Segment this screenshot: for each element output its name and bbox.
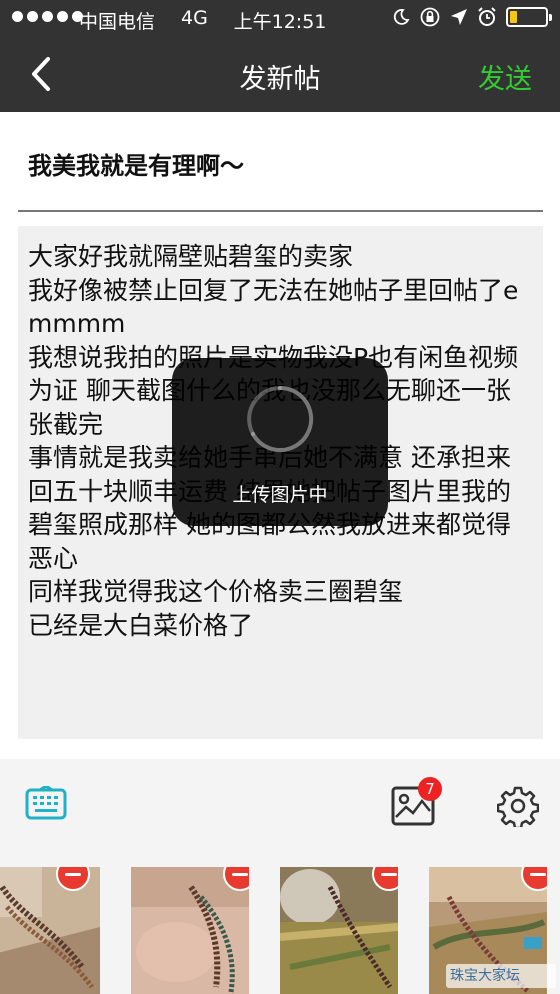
status-bar: 中国电信 4G 上午12:51 <box>0 0 560 38</box>
divider <box>0 739 560 759</box>
loading-text: 上传图片中 <box>232 484 328 506</box>
spinner-icon <box>247 385 314 452</box>
moon-icon <box>393 9 410 25</box>
editor-toolbar: 7 珠宝大家坛 <box>0 759 560 994</box>
bracelet-photo <box>0 867 100 994</box>
subject-field[interactable]: 我美我就是有理啊～ <box>28 146 244 181</box>
photo-thumbnail[interactable] <box>0 867 100 994</box>
photo-thumbnail[interactable] <box>280 867 398 994</box>
location-icon <box>451 9 467 25</box>
page-title: 发新帖 <box>239 64 321 95</box>
rotation-lock-icon <box>420 7 440 27</box>
gear-icon[interactable] <box>497 785 539 827</box>
alarm-icon <box>478 7 496 26</box>
photo-thumbnail[interactable] <box>131 867 249 994</box>
subject-underline <box>18 210 543 212</box>
keyboard-icon[interactable] <box>25 786 67 822</box>
battery-icon <box>506 7 552 27</box>
watermark-logo: 珠宝大家坛 <box>446 964 556 988</box>
send-button[interactable]: 发送 <box>478 57 532 96</box>
nav-bar: 发新帖 发送 <box>0 38 560 112</box>
upload-loading-overlay: 上传图片中 <box>172 358 388 526</box>
image-count-badge: 7 <box>418 777 442 801</box>
